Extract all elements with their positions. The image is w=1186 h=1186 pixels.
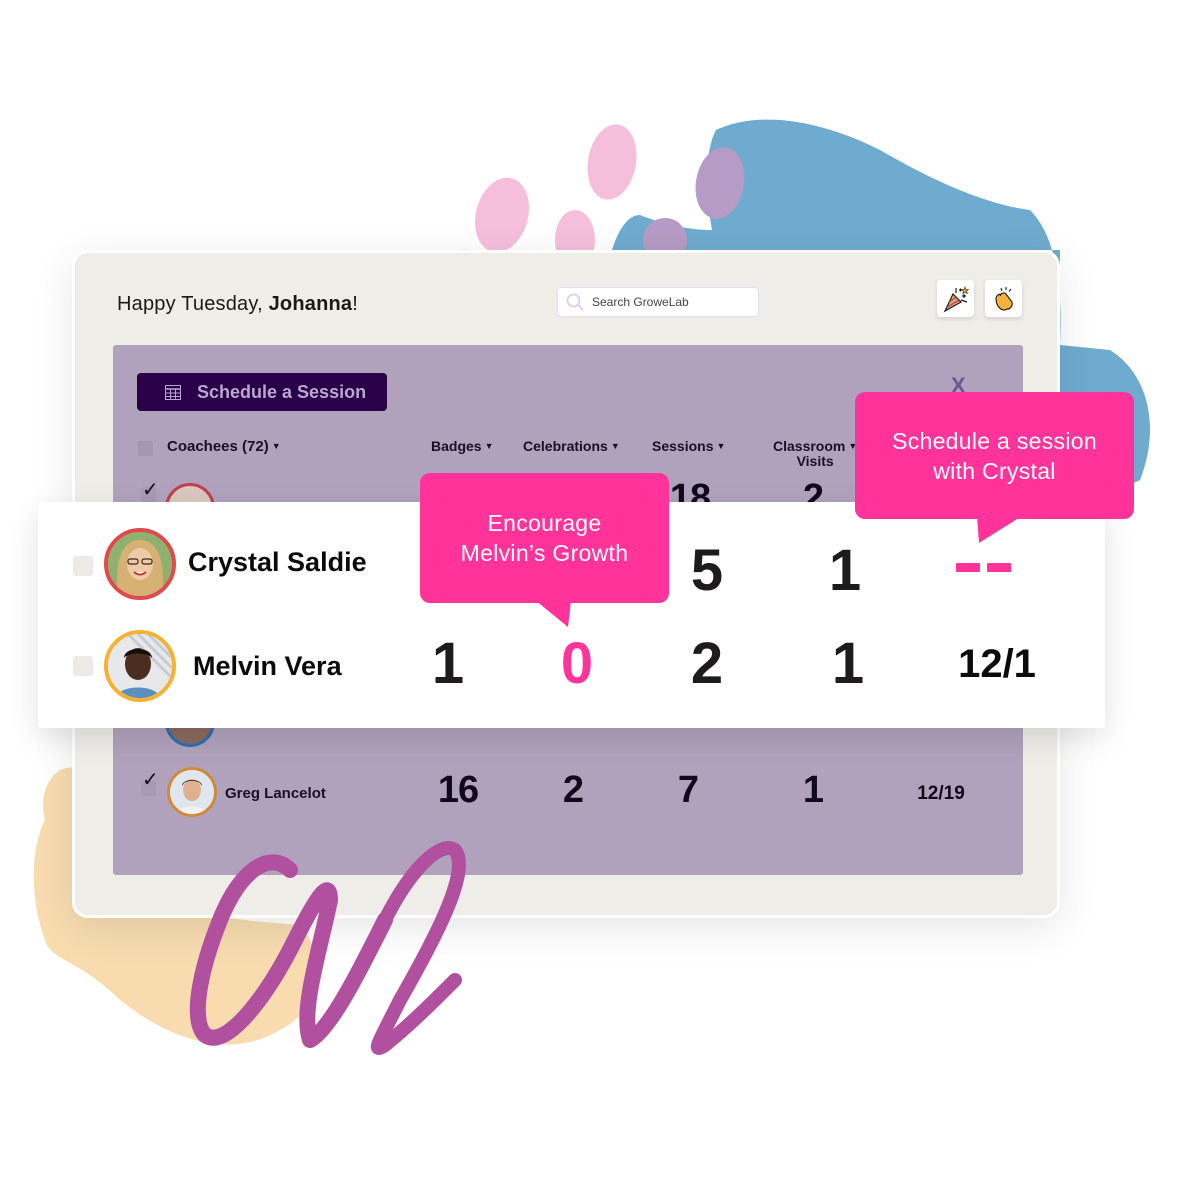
- last-session-value: 12/1: [958, 642, 1036, 686]
- celebrate-button[interactable]: [937, 280, 974, 317]
- tooltip-line: Schedule a session: [892, 427, 1097, 454]
- encourage-tooltip[interactable]: Encourage Melvin’s Growth: [420, 473, 669, 603]
- column-label: Coachees (72): [167, 438, 269, 455]
- coachee-name[interactable]: Crystal Saldie: [188, 547, 367, 578]
- tooltip-line: with Crystal: [933, 457, 1056, 484]
- greeting: Happy Tuesday, Johanna!: [117, 293, 358, 316]
- schedule-session-label: Schedule a Session: [197, 381, 367, 402]
- applause-button[interactable]: [985, 280, 1022, 317]
- caret-down-icon: ▼: [610, 441, 620, 451]
- avatar: [104, 630, 176, 702]
- pink-blob: [587, 124, 637, 200]
- column-label: Celebrations: [523, 438, 608, 454]
- column-header-badges[interactable]: Badges ▼: [431, 439, 494, 454]
- tooltip-tail: [535, 600, 571, 627]
- sessions-value: 2: [690, 631, 724, 696]
- greeting-suffix: !: [352, 293, 359, 315]
- tooltip-line: Encourage: [487, 510, 602, 536]
- column-header-classroom-visits[interactable]: Classroom ▼ Visits: [773, 439, 857, 469]
- search-icon: [566, 293, 584, 311]
- search-input[interactable]: [590, 294, 754, 310]
- checkmark-icon: ✓: [142, 769, 159, 791]
- coachee-name[interactable]: Greg Lancelot: [225, 785, 326, 802]
- classroom-visits-value: 1: [831, 631, 865, 696]
- column-header-sessions[interactable]: Sessions ▼: [652, 439, 725, 454]
- column-header-celebrations[interactable]: Celebrations ▼: [523, 439, 620, 454]
- celebrations-value: 0: [560, 631, 594, 696]
- schedule-session-button[interactable]: Schedule a Session: [137, 373, 387, 411]
- search-box[interactable]: [557, 287, 759, 317]
- checkmark-icon: ✓: [142, 479, 159, 501]
- empty-value-dash: [956, 563, 980, 572]
- column-label: Sessions: [652, 438, 714, 454]
- pink-blob: [475, 177, 529, 253]
- classroom-visits-value: 1: [802, 769, 824, 811]
- sessions-value: 7: [677, 769, 699, 811]
- row-checkbox[interactable]: [73, 556, 93, 576]
- schedule-tooltip[interactable]: Schedule a session with Crystal: [855, 392, 1134, 519]
- person-photo: [108, 634, 172, 698]
- sessions-value: 5: [690, 538, 724, 603]
- column-label: Classroom: [773, 438, 846, 454]
- person-photo: [170, 770, 214, 814]
- column-label: Badges: [431, 438, 482, 454]
- badges-value: 16: [437, 769, 479, 811]
- greeting-name: Johanna: [268, 293, 353, 315]
- calendar-grid-icon: [165, 384, 181, 400]
- clapping-hands-icon: [994, 286, 1013, 311]
- celebrations-value: 2: [562, 769, 584, 811]
- person-photo: [108, 532, 172, 596]
- pink-blob: [695, 147, 745, 219]
- column-label: Visits: [796, 453, 834, 469]
- greeting-prefix: Happy Tuesday,: [117, 293, 269, 315]
- caret-down-icon: ▼: [484, 441, 494, 451]
- tooltip-tail: [977, 516, 1022, 543]
- caret-down-icon: ▼: [716, 441, 726, 451]
- column-header-coachees[interactable]: Coachees (72) ▼: [167, 439, 281, 454]
- avatar: [104, 528, 176, 600]
- select-all-checkbox[interactable]: [138, 441, 153, 456]
- caret-down-icon: ▼: [271, 441, 281, 451]
- badges-value: 1: [431, 631, 465, 696]
- party-popper-icon: [943, 285, 969, 312]
- avatar: [167, 767, 217, 817]
- classroom-visits-value: 1: [828, 538, 862, 603]
- empty-value-dash: [987, 563, 1011, 572]
- coachee-name[interactable]: Melvin Vera: [193, 651, 342, 682]
- last-session-value: 12/19: [917, 783, 965, 804]
- tooltip-line: Melvin’s Growth: [460, 540, 629, 566]
- row-checkbox[interactable]: [73, 656, 93, 676]
